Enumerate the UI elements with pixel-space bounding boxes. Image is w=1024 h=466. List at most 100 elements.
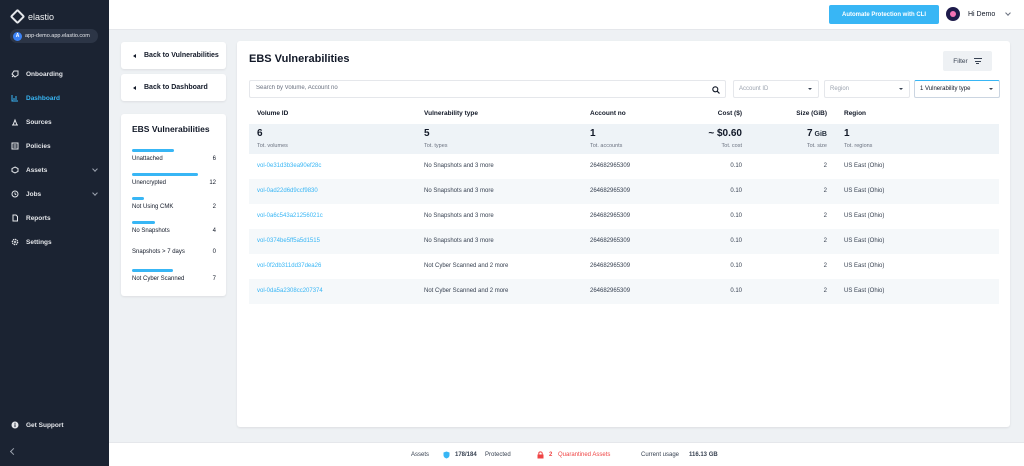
automate-protection-button[interactable]: Automate Protection with CLI <box>829 5 939 24</box>
search-input[interactable] <box>256 85 696 91</box>
summary-item[interactable]: Snapshots > 7 days 0 <box>132 245 216 255</box>
total-types: 5 <box>424 128 430 139</box>
cell-vulnerability-type: No Snapshots and 3 more <box>424 238 494 244</box>
vulnerability-summary-card: EBS Vulnerabilities Unattached 6 Unencrypt… <box>121 114 226 296</box>
table-row[interactable]: vol-0ad22d6d9ccf9830 No Snapshots and 3 m… <box>249 179 999 204</box>
sources-icon <box>11 118 19 126</box>
app-name: elastio <box>28 11 55 22</box>
cell-account-no: 264682965309 <box>590 263 631 269</box>
sidebar-item-onboarding[interactable]: Onboarding <box>0 66 109 82</box>
user-greeting[interactable]: Hi Demo <box>968 11 995 18</box>
summary-item-label: No Snapshots <box>132 228 170 234</box>
summary-item-count: 6 <box>212 156 216 162</box>
cell-cost: 0.10 <box>730 238 742 244</box>
cell-size: 2 <box>823 288 827 294</box>
cell-volume-id[interactable]: vol-0da5a2308cc207374 <box>257 288 323 294</box>
total-volumes-label: Tot. volumes <box>257 143 288 149</box>
back-to-dashboard-button[interactable]: Back to Dashboard <box>121 74 226 101</box>
cell-region: US East (Ohio) <box>844 263 885 269</box>
total-accounts: 1 <box>590 128 596 139</box>
assets-label: Assets <box>411 452 430 458</box>
top-bar: Automate Protection with CLI Hi Demo <box>109 0 1024 30</box>
cell-region: US East (Ohio) <box>844 163 885 169</box>
summary-item[interactable]: Not Cyber Scanned 7 <box>132 269 216 282</box>
back-to-vulnerabilities-button[interactable]: Back to Vulnerabilities <box>121 42 226 69</box>
chart-icon <box>11 94 19 102</box>
tenant-selector[interactable]: A app-demo.app.elastio.com <box>10 29 98 43</box>
summary-item[interactable]: Unencrypted 12 <box>132 173 216 186</box>
collapse-sidebar-icon[interactable] <box>9 447 18 456</box>
cell-size: 2 <box>823 263 827 269</box>
region-select[interactable]: Region <box>824 80 910 98</box>
cell-cost: 0.10 <box>730 163 742 169</box>
table-row[interactable]: vol-0374be5ff5a5d1515 No Snapshots and 3 … <box>249 229 999 254</box>
summary-item-row: Unencrypted 12 <box>132 180 216 186</box>
sidebar-item-dashboard[interactable]: Dashboard <box>0 90 109 106</box>
total-regions: 1 <box>844 128 850 139</box>
sidebar-item-label: Sources <box>26 118 52 126</box>
summary-bar <box>132 197 144 200</box>
sidebar-item-assets[interactable]: Assets <box>0 162 109 178</box>
cell-vulnerability-type: Not Cyber Scanned and 2 more <box>424 263 509 269</box>
column-vulnerability-type[interactable]: Vulnerability type <box>424 110 478 117</box>
quarantined-count[interactable]: 2 <box>549 452 552 458</box>
page-title: EBS Vulnerabilities <box>249 53 350 65</box>
cell-volume-id[interactable]: vol-0a6c543a21256021c <box>257 213 323 219</box>
table-row[interactable]: vol-0e31d3b3ea90ef28c No Snapshots and 3 … <box>249 154 999 179</box>
vulnerability-type-select[interactable]: 1 Vulnerability type <box>914 80 1000 98</box>
shield-icon <box>443 451 450 459</box>
protected-count: 178/184 <box>455 452 477 458</box>
summary-item[interactable]: Unattached 6 <box>132 149 216 162</box>
table-header: Volume ID Vulnerability type Account no … <box>249 110 999 124</box>
quarantined-label[interactable]: Quarantined Assets <box>558 452 610 458</box>
sidebar-item-jobs[interactable]: Jobs <box>0 186 109 202</box>
rocket-icon <box>11 70 19 78</box>
summary-bar <box>132 173 198 176</box>
cell-cost: 0.10 <box>730 188 742 194</box>
summary-item-row: Not Cyber Scanned 7 <box>132 276 216 282</box>
cell-volume-id[interactable]: vol-0f2db311dd37dea26 <box>257 263 321 269</box>
summary-item-row: Not Using CMK 2 <box>132 204 216 210</box>
sidebar-item-policies[interactable]: Policies <box>0 138 109 154</box>
cell-volume-id[interactable]: vol-0374be5ff5a5d1515 <box>257 238 320 244</box>
cell-cost: 0.10 <box>730 213 742 219</box>
summary-item-count: 7 <box>212 276 216 282</box>
vulnerability-type-value: 1 Vulnerability type <box>920 86 971 92</box>
table-row[interactable]: vol-0da5a2308cc207374 Not Cyber Scanned a… <box>249 279 999 304</box>
summary-item[interactable]: Not Using CMK 2 <box>132 197 216 210</box>
filter-button[interactable]: Filter <box>943 51 992 71</box>
cell-account-no: 264682965309 <box>590 188 631 194</box>
column-region[interactable]: Region <box>844 110 866 117</box>
account-id-select[interactable]: Account ID <box>733 80 819 98</box>
user-avatar[interactable] <box>946 7 960 21</box>
total-size-unit: GiB <box>814 131 827 138</box>
cell-volume-id[interactable]: vol-0ad22d6d9ccf9830 <box>257 188 318 194</box>
cell-volume-id[interactable]: vol-0e31d3b3ea90ef28c <box>257 163 321 169</box>
summary-item-count: 2 <box>212 204 216 210</box>
total-regions-label: Tot. regions <box>844 143 873 149</box>
column-size[interactable]: Size (GiB) <box>796 110 827 117</box>
cell-size: 2 <box>823 238 827 244</box>
column-account-no[interactable]: Account no <box>590 110 626 117</box>
summary-item-label: Not Using CMK <box>132 204 174 210</box>
chevron-down-icon[interactable] <box>1005 10 1011 16</box>
summary-item[interactable]: No Snapshots 4 <box>132 221 216 234</box>
column-volume-id[interactable]: Volume ID <box>257 110 288 117</box>
summary-item-count: 0 <box>212 249 216 255</box>
tenant-avatar: A <box>13 31 22 41</box>
sidebar-item-sources[interactable]: Sources <box>0 114 109 130</box>
sidebar-item-settings[interactable]: Settings <box>0 234 109 250</box>
sidebar-item-reports[interactable]: Reports <box>0 210 109 226</box>
total-cost-label: Tot. cost <box>721 143 742 149</box>
summary-item-label: Unattached <box>132 156 163 162</box>
logo[interactable]: elastio <box>9 8 55 25</box>
summary-item-label: Snapshots > 7 days <box>132 249 185 255</box>
back-to-dashboard-label: Back to Dashboard <box>144 84 208 91</box>
sidebar-item-label: Policies <box>26 142 51 150</box>
caret-down-icon <box>808 88 812 90</box>
search-icon[interactable] <box>712 86 720 94</box>
table-row[interactable]: vol-0a6c543a21256021c No Snapshots and 3 … <box>249 204 999 229</box>
get-support-link[interactable]: Get Support <box>0 417 109 433</box>
table-row[interactable]: vol-0f2db311dd37dea26 Not Cyber Scanned a… <box>249 254 999 279</box>
column-cost[interactable]: Cost ($) <box>718 110 742 117</box>
